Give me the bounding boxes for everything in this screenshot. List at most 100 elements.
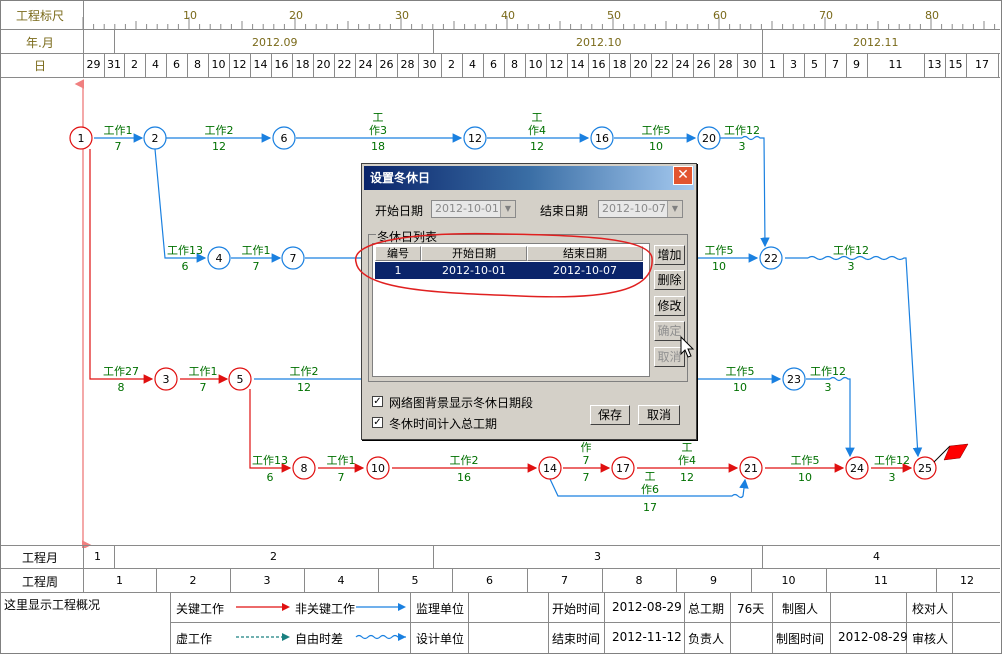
- project-overview: 这里显示工程概况: [4, 598, 101, 612]
- svg-text:14: 14: [543, 462, 557, 475]
- month-2012-10: 2012.10: [576, 36, 622, 49]
- confirm-button[interactable]: 确定: [654, 321, 685, 341]
- chevron-down-icon[interactable]: ▼: [500, 201, 515, 217]
- svg-text:工作5: 工作5: [642, 124, 671, 137]
- legend-dummy: 虚工作: [176, 632, 213, 646]
- svg-text:12: 12: [212, 140, 226, 153]
- week-cell: 2: [189, 574, 197, 587]
- day-cell: 30: [742, 58, 757, 71]
- svg-text:工: 工: [373, 111, 384, 124]
- ruler-tick-label: 40: [501, 9, 515, 22]
- svg-text:17: 17: [643, 501, 657, 514]
- day-cell: 14: [570, 58, 585, 71]
- day-cell: 20: [316, 58, 331, 71]
- dialog-title-bar[interactable]: 设置冬休日: [364, 166, 694, 190]
- col-start[interactable]: 开始日期: [421, 246, 527, 261]
- svg-text:3: 3: [739, 140, 746, 153]
- svg-text:工: 工: [645, 470, 656, 483]
- save-button[interactable]: 保存: [590, 405, 630, 425]
- node-6: 6: [272, 126, 296, 150]
- svg-text:6: 6: [267, 471, 274, 484]
- week-cell: 12: [960, 574, 974, 587]
- start-time-value: 2012-08-29: [612, 600, 682, 614]
- svg-text:工作1: 工作1: [189, 365, 218, 378]
- day-cell: 5: [811, 58, 818, 71]
- month-2012-11: 2012.11: [853, 36, 899, 49]
- node-21: 21: [739, 456, 763, 480]
- start-time-label: 开始时间: [552, 602, 601, 616]
- node-1: 1: [69, 126, 93, 150]
- svg-text:工作12: 工作12: [833, 244, 869, 257]
- svg-text:工: 工: [532, 111, 543, 124]
- svg-text:5: 5: [237, 373, 244, 386]
- duration-value: 76天: [737, 602, 765, 616]
- day-cell: 31: [107, 58, 121, 71]
- svg-text:7: 7: [583, 471, 590, 484]
- day-cell: 28: [718, 58, 733, 71]
- day-cell: 8: [511, 58, 518, 71]
- col-end[interactable]: 结束日期: [527, 246, 643, 261]
- day-cell: 4: [469, 58, 476, 71]
- delete-button[interactable]: 删除: [654, 270, 685, 290]
- day-cell: 12: [549, 58, 564, 71]
- legend-float: 自由时差: [295, 632, 344, 646]
- svg-text:17: 17: [616, 462, 630, 475]
- svg-text:4: 4: [216, 252, 223, 265]
- svg-text:作4: 作4: [678, 454, 696, 467]
- svg-text:2: 2: [152, 132, 159, 145]
- modify-button[interactable]: 修改: [654, 296, 685, 316]
- chevron-down-icon[interactable]: ▼: [667, 201, 682, 217]
- svg-text:3: 3: [848, 260, 855, 273]
- col-id[interactable]: 编号: [375, 246, 421, 261]
- show-break-checkbox[interactable]: ✓: [372, 396, 383, 407]
- day-cell: 22: [654, 58, 669, 71]
- node-17: 17: [611, 456, 635, 480]
- end-date-picker[interactable]: 2012-10-07 ▼: [598, 200, 683, 218]
- node-4: 4: [207, 246, 231, 270]
- day-cell: 16: [591, 58, 606, 71]
- svg-text:工作2: 工作2: [205, 124, 234, 137]
- week-cell: 8: [635, 574, 643, 587]
- day-cell: 30: [422, 58, 437, 71]
- project-month-1: 1: [94, 550, 101, 563]
- table-row[interactable]: 1 2012-10-01 2012-10-07: [375, 262, 643, 279]
- ruler-tick-label: 60: [713, 9, 727, 22]
- day-cell: 11: [888, 58, 903, 71]
- day-cell: 10: [528, 58, 543, 71]
- count-break-checkbox[interactable]: ✓: [372, 417, 383, 428]
- week-cell: 6: [486, 574, 493, 587]
- draw-time-label: 制图时间: [776, 632, 825, 646]
- ruler-tick-label: 80: [925, 9, 939, 22]
- start-date-picker[interactable]: 2012-10-01 ▼: [431, 200, 516, 218]
- svg-text:24: 24: [850, 462, 864, 475]
- supervisor-label: 监理单位: [416, 602, 465, 616]
- day-cell: 28: [400, 58, 415, 71]
- svg-text:10: 10: [733, 381, 747, 394]
- day-cell: 10: [211, 58, 226, 71]
- day-cell: 9: [853, 58, 860, 71]
- svg-text:工作1: 工作1: [327, 454, 356, 467]
- day-cell: 22: [337, 58, 352, 71]
- node-7: 7: [281, 246, 305, 270]
- cancel-button[interactable]: 取消: [638, 405, 680, 425]
- legend-noncritical: 非关键工作: [295, 602, 356, 616]
- week-cell: 1: [116, 574, 123, 587]
- close-icon[interactable]: ✕: [673, 166, 693, 185]
- week-cell: 11: [874, 574, 888, 587]
- svg-text:工作1: 工作1: [104, 124, 133, 137]
- add-button[interactable]: 增加: [654, 245, 685, 265]
- side-cancel-button[interactable]: 取消: [654, 347, 685, 367]
- svg-text:7: 7: [583, 454, 590, 467]
- svg-text:7: 7: [290, 252, 297, 265]
- svg-text:工作1: 工作1: [242, 244, 271, 257]
- designer-label: 设计单位: [416, 632, 465, 646]
- day-cell: 20: [633, 58, 648, 71]
- svg-text:8: 8: [301, 462, 308, 475]
- svg-text:6: 6: [281, 132, 288, 145]
- svg-text:10: 10: [712, 260, 726, 273]
- svg-text:工作5: 工作5: [705, 244, 734, 257]
- svg-text:7: 7: [253, 260, 260, 273]
- ruler-label: 工程标尺: [16, 9, 65, 23]
- svg-text:10: 10: [649, 140, 663, 153]
- svg-text:工: 工: [682, 441, 693, 454]
